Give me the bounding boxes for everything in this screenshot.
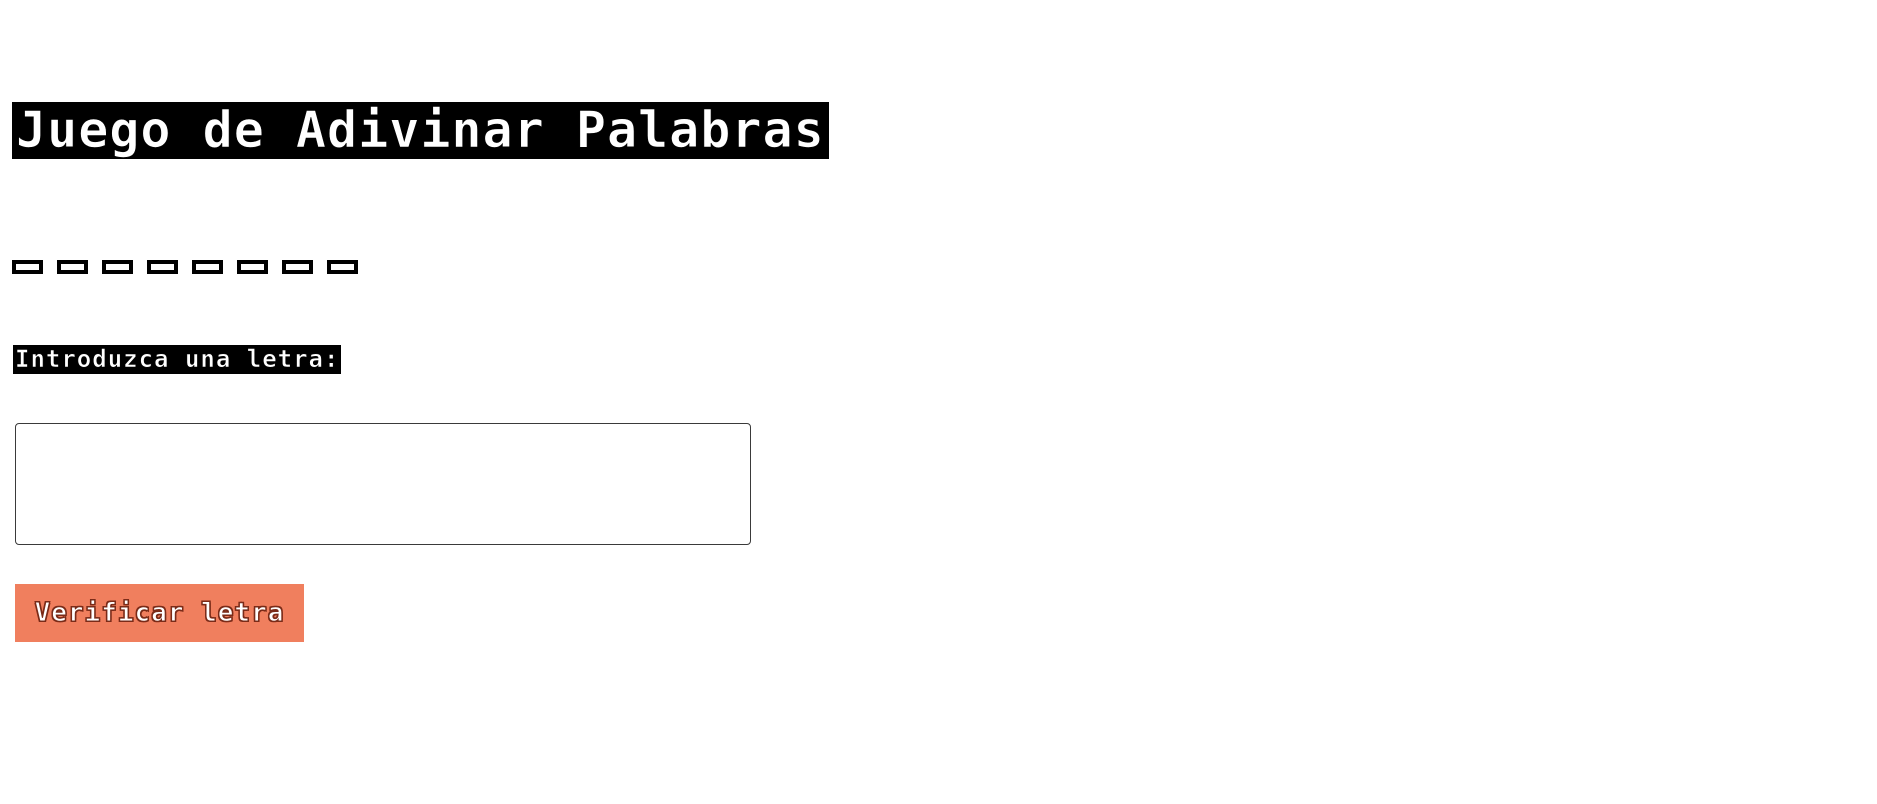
letter-slot — [12, 260, 43, 274]
letter-slot — [57, 260, 88, 274]
letter-slot — [282, 260, 313, 274]
verify-letter-button-label: Verificar letra — [34, 598, 285, 628]
letter-slot — [327, 260, 358, 274]
page-title: Juego de Adivinar Palabras — [12, 101, 829, 159]
verify-letter-button[interactable]: Verificar letra — [15, 584, 304, 642]
letter-input[interactable] — [15, 423, 751, 545]
letter-slot — [237, 260, 268, 274]
word-blanks — [12, 260, 358, 274]
letter-slot — [147, 260, 178, 274]
letter-slot — [102, 260, 133, 274]
letter-prompt-label: Introduzca una letra: — [13, 345, 342, 374]
letter-slot — [192, 260, 223, 274]
